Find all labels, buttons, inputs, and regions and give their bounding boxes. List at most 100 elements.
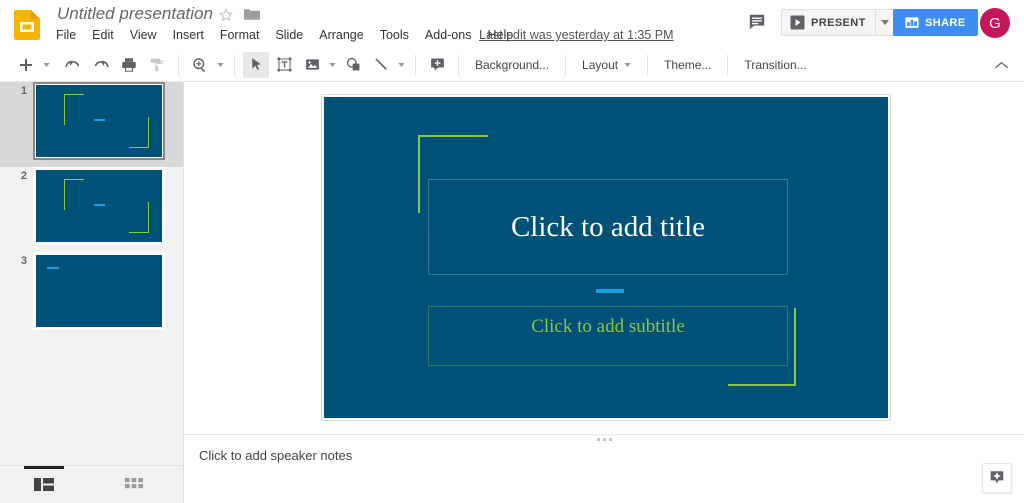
slide-editor-area: Click to add title Click to add subtitle xyxy=(185,82,1024,434)
bracket-top-left xyxy=(64,94,84,124)
share-button-label: SHARE xyxy=(925,17,966,29)
bracket-top-left xyxy=(64,179,84,209)
background-button[interactable]: Background... xyxy=(466,52,558,78)
title-placeholder[interactable]: Click to add title xyxy=(428,179,788,275)
accent-divider xyxy=(596,289,624,293)
explore-button[interactable] xyxy=(982,463,1012,493)
undo-button[interactable] xyxy=(60,52,86,78)
new-slide-button[interactable] xyxy=(13,52,39,78)
slide-number-1: 1 xyxy=(0,82,33,97)
drag-handle-icon xyxy=(597,438,612,441)
share-button[interactable]: SHARE xyxy=(893,9,978,36)
accent-bar xyxy=(47,267,58,269)
comment-plus-icon xyxy=(429,56,446,73)
bracket-bottom-right xyxy=(129,117,149,147)
slides-logo-icon[interactable] xyxy=(12,8,42,40)
layout-button[interactable]: Layout xyxy=(573,52,640,78)
select-tool-button[interactable] xyxy=(243,52,269,78)
thumbnail-canvas xyxy=(36,85,162,157)
slide-stage[interactable]: Click to add title Click to add subtitle xyxy=(321,94,891,421)
paint-format-button[interactable] xyxy=(144,52,170,78)
toolbar-divider xyxy=(178,55,179,75)
thumbnail-canvas xyxy=(36,170,162,242)
slide-thumbnail-1[interactable] xyxy=(33,82,165,160)
star-outline-icon[interactable] xyxy=(218,7,234,23)
shapes-icon xyxy=(345,56,362,73)
menu-format[interactable]: Format xyxy=(212,27,268,43)
slide-thumbnail-2[interactable] xyxy=(33,167,165,245)
collapse-toolbar-button[interactable] xyxy=(988,52,1014,78)
document-title[interactable]: Untitled presentation xyxy=(57,4,213,24)
grid-view-icon xyxy=(125,478,143,492)
google-slides-window: Untitled presentation File Edit View Ins… xyxy=(0,0,1024,503)
redo-button[interactable] xyxy=(88,52,114,78)
slide-number-2: 2 xyxy=(0,167,33,182)
theme-button[interactable]: Theme... xyxy=(655,52,720,78)
chevron-up-icon xyxy=(995,61,1008,69)
toolbar-divider xyxy=(458,55,459,75)
grid-view-toggle[interactable] xyxy=(110,466,158,503)
menu-add-ons[interactable]: Add-ons xyxy=(417,27,480,43)
present-button-group: PRESENT xyxy=(781,9,895,36)
last-edit-link[interactable]: Last edit was yesterday at 1:35 PM xyxy=(479,27,674,43)
current-slide-canvas[interactable]: Click to add title Click to add subtitle xyxy=(324,97,888,418)
filmstrip-view-toggle[interactable] xyxy=(20,466,68,503)
folder-icon[interactable] xyxy=(244,8,260,22)
slide-thumbnail-3[interactable] xyxy=(33,252,165,330)
speaker-notes-placeholder: Click to add speaker notes xyxy=(199,448,352,463)
print-button[interactable] xyxy=(116,52,142,78)
menu-file[interactable]: File xyxy=(56,27,84,43)
present-button[interactable]: PRESENT xyxy=(782,10,875,35)
filmstrip-slide-3[interactable]: 3 xyxy=(0,252,184,337)
filmstrip-slide-1[interactable]: 1 xyxy=(0,82,184,167)
printer-icon xyxy=(120,56,138,74)
accent-bar xyxy=(94,204,105,206)
text-box-icon xyxy=(276,56,293,73)
present-button-label: PRESENT xyxy=(811,17,866,29)
zoom-button[interactable] xyxy=(187,52,213,78)
magnifier-plus-icon xyxy=(191,56,209,74)
speaker-notes-pane[interactable]: Click to add speaker notes xyxy=(185,443,1024,503)
menu-view[interactable]: View xyxy=(122,27,165,43)
filmstrip-view-icon xyxy=(34,477,54,493)
subtitle-placeholder-text: Click to add subtitle xyxy=(531,316,685,338)
undo-icon xyxy=(64,56,82,74)
thumbnail-canvas xyxy=(36,255,162,327)
toolbar-divider xyxy=(234,55,235,75)
filmstrip-slide-2[interactable]: 2 xyxy=(0,167,184,252)
title-placeholder-text: Click to add title xyxy=(511,211,705,244)
new-slide-dropdown-caret[interactable] xyxy=(40,52,53,78)
insert-image-button[interactable] xyxy=(299,52,325,78)
transition-button[interactable]: Transition... xyxy=(735,52,815,78)
menu-edit[interactable]: Edit xyxy=(84,27,122,43)
menu-tools[interactable]: Tools xyxy=(372,27,417,43)
line-dropdown-caret[interactable] xyxy=(395,52,408,78)
caret-down-icon xyxy=(217,63,224,67)
caret-down-icon xyxy=(43,63,50,67)
insert-image-dropdown-caret[interactable] xyxy=(326,52,339,78)
menu-arrange[interactable]: Arrange xyxy=(311,27,371,43)
present-dropdown-caret[interactable] xyxy=(875,10,894,35)
slide-filmstrip-panel[interactable]: 1 2 3 xyxy=(0,82,184,465)
text-box-button[interactable] xyxy=(271,52,297,78)
add-comment-button[interactable] xyxy=(424,52,450,78)
avatar[interactable]: G xyxy=(980,8,1010,38)
redo-icon xyxy=(92,56,110,74)
bracket-bottom-right xyxy=(129,202,149,232)
shape-button[interactable] xyxy=(340,52,366,78)
layout-button-label: Layout xyxy=(582,58,618,72)
caret-down-icon xyxy=(624,63,631,67)
menu-bar: File Edit View Insert Format Slide Arran… xyxy=(56,27,521,43)
caret-down-icon xyxy=(329,63,336,67)
image-icon xyxy=(304,56,321,73)
share-presentation-icon xyxy=(905,16,919,30)
toolbar-divider xyxy=(565,55,566,75)
zoom-dropdown-caret[interactable] xyxy=(214,52,227,78)
menu-slide[interactable]: Slide xyxy=(267,27,311,43)
notes-resize-handle[interactable] xyxy=(185,434,1024,443)
toolbar-divider xyxy=(415,55,416,75)
line-button[interactable] xyxy=(368,52,394,78)
menu-insert[interactable]: Insert xyxy=(165,27,212,43)
comment-icon[interactable] xyxy=(742,8,772,36)
toolbar-divider xyxy=(727,55,728,75)
